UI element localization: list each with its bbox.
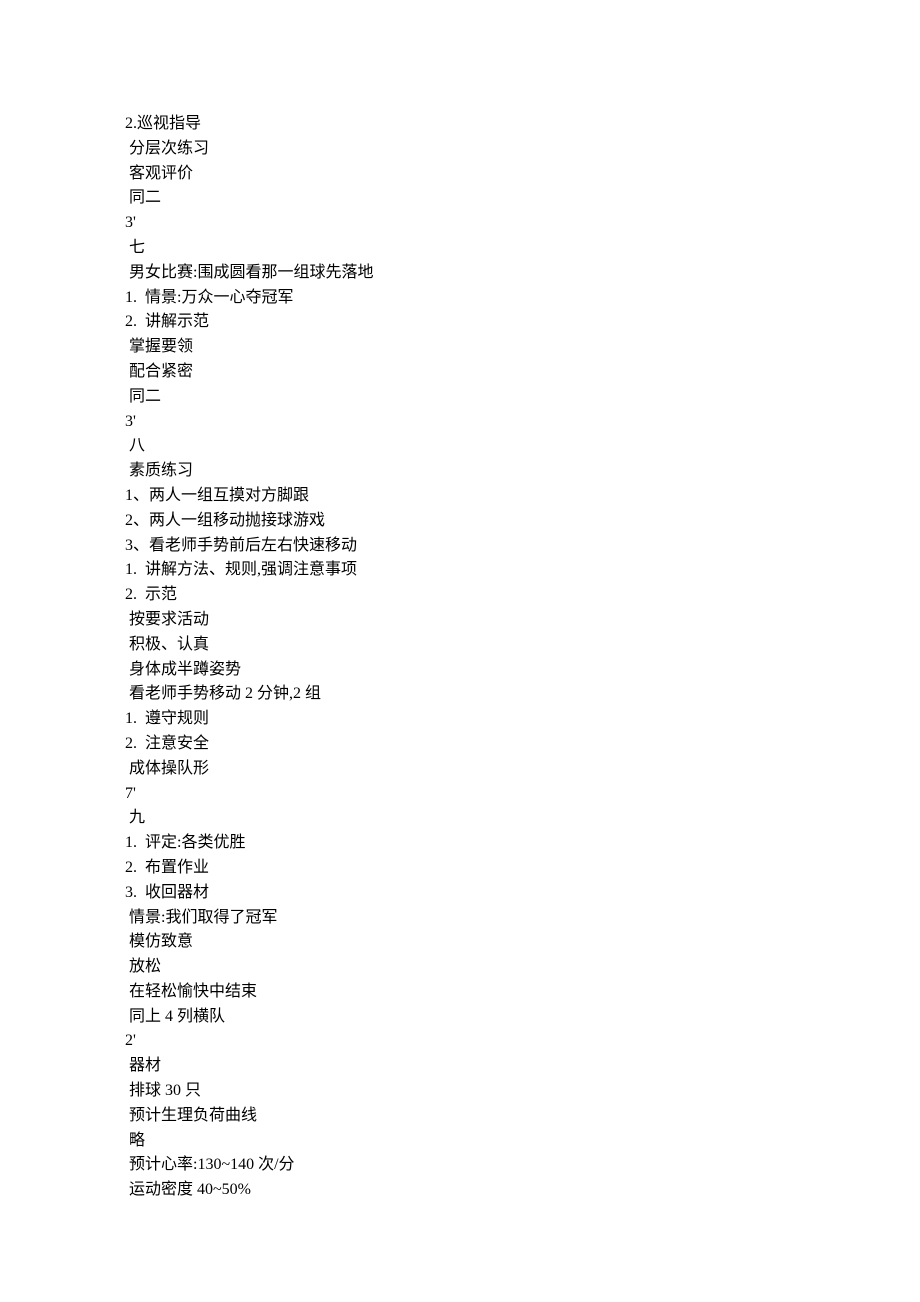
text-line: 身体成半蹲姿势 bbox=[125, 658, 825, 683]
text-line: 2' bbox=[125, 1029, 825, 1054]
text-line: 按要求活动 bbox=[125, 608, 825, 633]
text-line: 模仿致意 bbox=[125, 930, 825, 955]
text-line: 情景:我们取得了冠军 bbox=[125, 906, 825, 931]
text-line: 1、两人一组互摸对方脚跟 bbox=[125, 484, 825, 509]
text-line: 看老师手势移动 2 分钟,2 组 bbox=[125, 682, 825, 707]
text-line: 掌握要领 bbox=[125, 335, 825, 360]
text-line: 七 bbox=[125, 236, 825, 261]
text-line: 2. 布置作业 bbox=[125, 856, 825, 881]
text-line: 3' bbox=[125, 211, 825, 236]
text-line: 积极、认真 bbox=[125, 633, 825, 658]
text-line: 分层次练习 bbox=[125, 137, 825, 162]
text-line: 八 bbox=[125, 434, 825, 459]
text-line: 2.巡视指导 bbox=[125, 112, 825, 137]
text-line: 运动密度 40~50% bbox=[125, 1178, 825, 1203]
text-line: 排球 30 只 bbox=[125, 1079, 825, 1104]
text-line: 1. 评定:各类优胜 bbox=[125, 831, 825, 856]
document-page: 2.巡视指导 分层次练习 客观评价 同二 3' 七 男女比赛:围成圆看那一组球先… bbox=[0, 0, 825, 1203]
text-line: 2. 示范 bbox=[125, 583, 825, 608]
text-line: 1. 讲解方法、规则,强调注意事项 bbox=[125, 558, 825, 583]
text-line: 略 bbox=[125, 1129, 825, 1154]
text-line: 配合紧密 bbox=[125, 360, 825, 385]
text-line: 2. 注意安全 bbox=[125, 732, 825, 757]
text-line: 同上 4 列横队 bbox=[125, 1005, 825, 1030]
text-line: 预计生理负荷曲线 bbox=[125, 1104, 825, 1129]
text-line: 同二 bbox=[125, 186, 825, 211]
text-line: 放松 bbox=[125, 955, 825, 980]
text-line: 在轻松愉快中结束 bbox=[125, 980, 825, 1005]
text-line: 男女比赛:围成圆看那一组球先落地 bbox=[125, 261, 825, 286]
text-line: 2、两人一组移动抛接球游戏 bbox=[125, 509, 825, 534]
text-line: 预计心率:130~140 次/分 bbox=[125, 1153, 825, 1178]
text-line: 素质练习 bbox=[125, 459, 825, 484]
text-line: 7' bbox=[125, 782, 825, 807]
text-line: 3' bbox=[125, 410, 825, 435]
text-line: 3. 收回器材 bbox=[125, 881, 825, 906]
text-line: 同二 bbox=[125, 385, 825, 410]
text-line: 成体操队形 bbox=[125, 757, 825, 782]
text-line: 器材 bbox=[125, 1054, 825, 1079]
text-line: 1. 遵守规则 bbox=[125, 707, 825, 732]
text-line: 1. 情景:万众一心夺冠军 bbox=[125, 286, 825, 311]
text-line: 2. 讲解示范 bbox=[125, 310, 825, 335]
text-line: 客观评价 bbox=[125, 162, 825, 187]
text-line: 九 bbox=[125, 806, 825, 831]
text-line: 3、看老师手势前后左右快速移动 bbox=[125, 534, 825, 559]
